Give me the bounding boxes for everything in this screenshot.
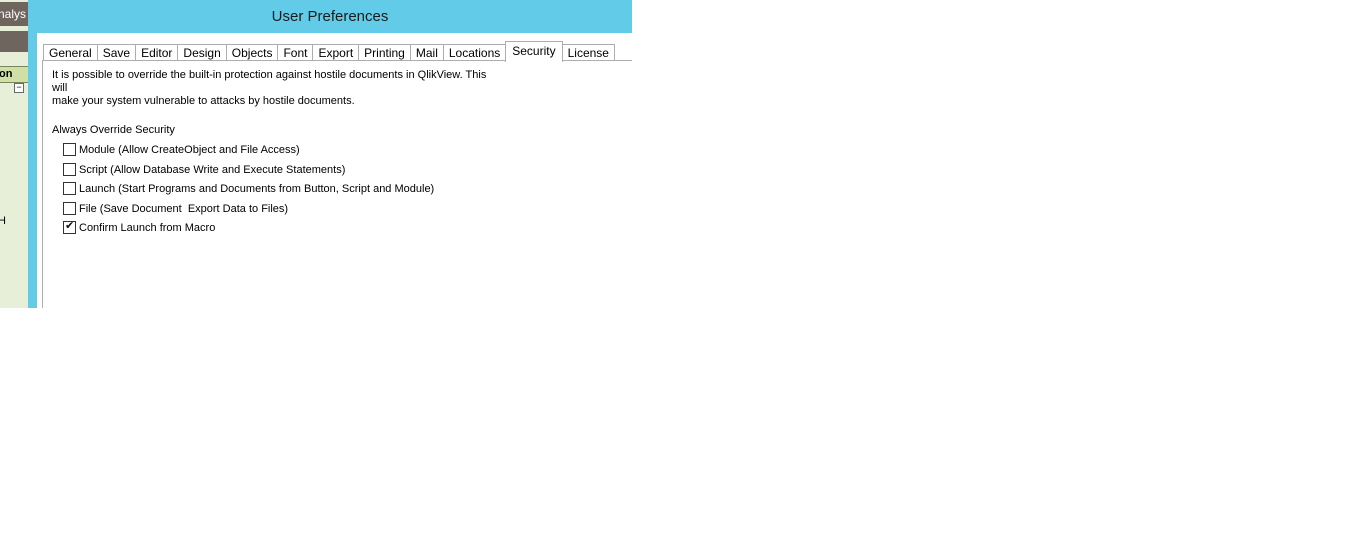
user-preferences-dialog: User Preferences General Save Editor Design… <box>28 0 632 308</box>
security-tab-panel: It is possible to override the built-in … <box>42 60 632 308</box>
collapse-icon[interactable]: − <box>14 83 24 93</box>
script-option-label: Script (Allow Database Write and Execute… <box>79 164 346 177</box>
script-option[interactable]: Script (Allow Database Write and Execute… <box>63 162 346 177</box>
file-option-label: File (Save Document Export Data to Files… <box>79 203 289 216</box>
script-checkbox[interactable] <box>63 162 76 176</box>
file-checkbox[interactable] <box>63 201 76 215</box>
file-option[interactable]: File (Save Document Export Data to Files… <box>63 201 289 216</box>
background-app-column-header: on <box>0 66 28 83</box>
confirm-launch-checkbox[interactable] <box>63 220 76 234</box>
background-app-window: nalys on − H <box>0 0 29 308</box>
tab-strip: General Save Editor Design Objects Font Export… <box>43 41 615 62</box>
dialog-title: User Preferences <box>271 8 389 25</box>
confirm-launch-option-label: Confirm Launch from Macro <box>79 222 216 235</box>
background-app-toolbar <box>0 31 28 52</box>
always-override-security-label: Always Override Security <box>52 124 175 136</box>
launch-option[interactable]: Launch (Start Programs and Documents fro… <box>63 181 435 196</box>
background-app-text: H <box>0 215 6 227</box>
security-description-line-1: It is possible to override the built-in … <box>52 69 487 94</box>
module-checkbox[interactable] <box>63 142 76 156</box>
launch-option-label: Launch (Start Programs and Documents fro… <box>79 183 435 196</box>
launch-checkbox[interactable] <box>63 181 76 195</box>
confirm-launch-option[interactable]: Confirm Launch from Macro <box>63 220 216 235</box>
security-description-line-2: make your system vulnerable to attacks b… <box>52 95 355 107</box>
security-description: It is possible to override the built-in … <box>52 69 502 108</box>
module-option[interactable]: Module (Allow CreateObject and File Acce… <box>63 142 300 157</box>
dialog-body: General Save Editor Design Objects Font Export… <box>36 33 632 308</box>
tab-security[interactable]: Security <box>505 41 563 62</box>
background-app-title: nalys <box>0 2 28 26</box>
module-option-label: Module (Allow CreateObject and File Acce… <box>79 144 300 157</box>
